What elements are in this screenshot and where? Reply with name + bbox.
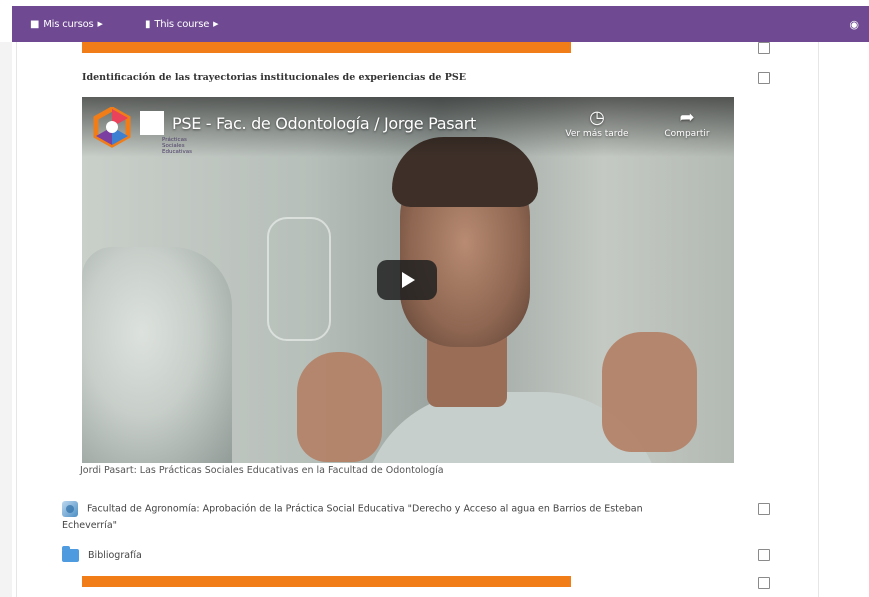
completion-checkbox[interactable] bbox=[758, 72, 770, 84]
completion-checkbox[interactable] bbox=[758, 42, 770, 54]
caret-right-icon: ▶ bbox=[213, 20, 219, 28]
activity-item[interactable]: Facultad de Agronomía: Aprobación de la … bbox=[62, 501, 643, 517]
caret-right-icon: ▶ bbox=[97, 20, 103, 28]
video-person-hand-right bbox=[602, 332, 697, 452]
share-label: Compartir bbox=[664, 129, 710, 139]
clock-icon: ◷ bbox=[589, 107, 605, 128]
activity-link[interactable]: Bibliografía bbox=[88, 550, 142, 561]
activity-link-continued[interactable]: Echeverría" bbox=[62, 520, 117, 531]
pse-logo-icon bbox=[93, 107, 131, 148]
completion-checkbox[interactable] bbox=[758, 503, 770, 515]
video-background-lamp bbox=[267, 217, 331, 341]
video-title[interactable]: PSE - Fac. de Odontología / Jorge Pasart bbox=[172, 114, 476, 133]
content-border-left bbox=[16, 42, 17, 597]
section-divider-top bbox=[82, 42, 571, 53]
video-embed[interactable]: Prácticas Sociales Educativas PSE - Fac.… bbox=[82, 97, 734, 463]
top-navbar: ■ Mis cursos ▶ ▮ This course ▶ ◉ bbox=[12, 6, 869, 42]
book-icon: ▮ bbox=[145, 18, 151, 30]
share-button[interactable]: ➦ Compartir bbox=[652, 107, 722, 139]
share-arrow-icon: ➦ bbox=[679, 107, 695, 128]
logo-overlay bbox=[140, 111, 164, 135]
play-button[interactable] bbox=[377, 260, 437, 300]
my-courses-label: Mis cursos bbox=[43, 18, 94, 30]
section-divider-bottom bbox=[82, 576, 571, 587]
this-course-menu[interactable]: ▮ This course ▶ bbox=[145, 6, 219, 42]
left-gutter bbox=[0, 42, 12, 597]
play-icon bbox=[402, 272, 415, 288]
completion-checkbox[interactable] bbox=[758, 577, 770, 589]
video-person-hand-left bbox=[297, 352, 382, 462]
my-courses-menu[interactable]: ■ Mis cursos ▶ bbox=[30, 6, 103, 42]
logo-subtitle: Prácticas Sociales Educativas bbox=[162, 137, 193, 155]
activity-item[interactable]: Bibliografía bbox=[62, 546, 142, 563]
activity-link[interactable]: Facultad de Agronomía: Aprobación de la … bbox=[87, 504, 643, 515]
video-caption: Jordi Pasart: Las Prácticas Sociales Edu… bbox=[80, 465, 444, 476]
briefcase-icon: ■ bbox=[30, 18, 40, 30]
video-background-chair bbox=[82, 247, 232, 463]
document-icon bbox=[62, 501, 78, 517]
watch-later-label: Ver más tarde bbox=[565, 129, 629, 139]
settings-icon[interactable]: ◉ bbox=[849, 6, 859, 42]
content-border-right bbox=[818, 42, 819, 597]
completion-checkbox[interactable] bbox=[758, 549, 770, 561]
watch-later-button[interactable]: ◷ Ver más tarde bbox=[562, 107, 632, 139]
activity-item-continued[interactable]: Echeverría" bbox=[62, 519, 117, 533]
this-course-label: This course bbox=[154, 18, 210, 30]
folder-icon bbox=[62, 546, 79, 562]
section-title: Identificación de las trayectorias insti… bbox=[82, 72, 466, 83]
